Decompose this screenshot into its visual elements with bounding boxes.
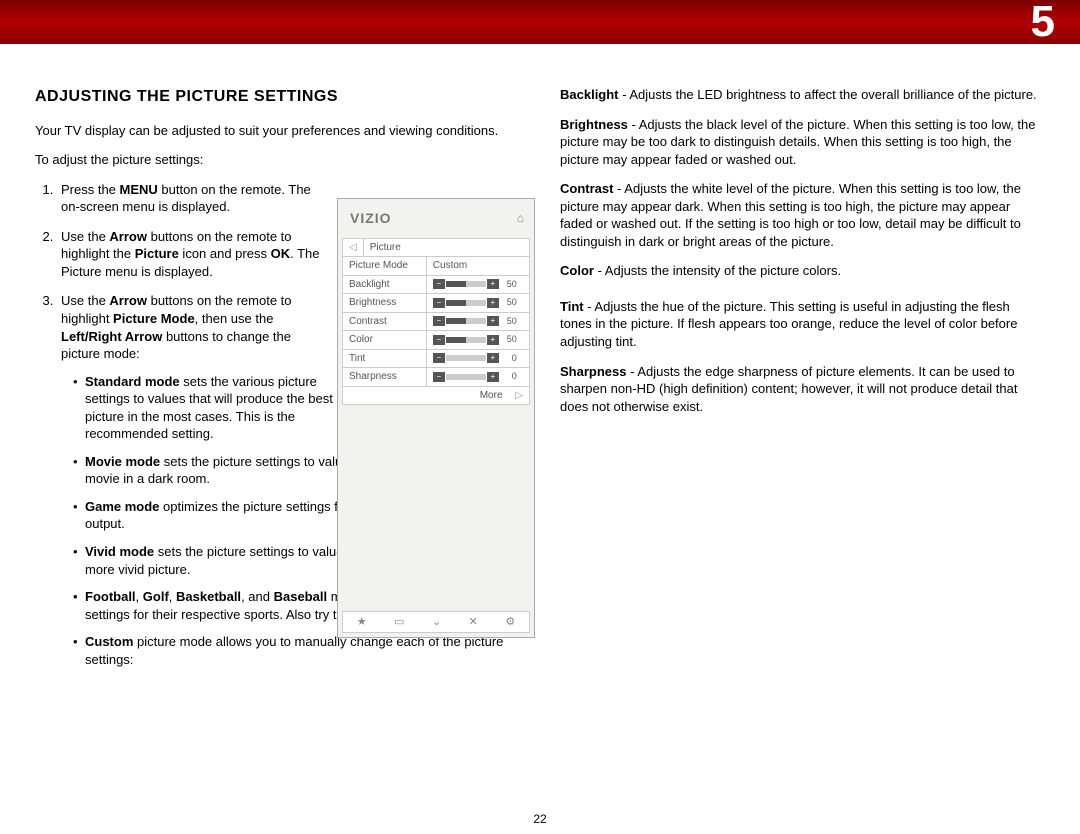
def-sharpness: Sharpness - Adjusts the edge sharpness o… (560, 363, 1045, 416)
osd-row-label: Brightness (343, 294, 427, 313)
plus-icon: + (487, 298, 499, 308)
plus-icon: + (487, 353, 499, 363)
osd-row-value: −+50 (426, 331, 529, 350)
chapter-banner: 5 (0, 0, 1080, 44)
def-backlight: Backlight - Adjusts the LED brightness t… (560, 86, 1045, 104)
def-tint: Tint - Adjusts the hue of the picture. T… (560, 298, 1045, 351)
osd-row: Picture ModeCustom (343, 257, 530, 276)
gear-icon: ⚙ (505, 615, 515, 630)
minus-icon: − (433, 298, 445, 308)
right-column: Backlight - Adjusts the LED brightness t… (560, 86, 1045, 680)
cc-icon: ⌄ (432, 615, 441, 630)
osd-row-value: −+50 (426, 275, 529, 294)
def-brightness: Brightness - Adjusts the black level of … (560, 116, 1045, 169)
osd-mockup: VIZIO ⌂ ◁ Picture Picture ModeCustomBack… (337, 198, 535, 638)
osd-title: Picture (363, 238, 529, 257)
osd-title-row: ◁ Picture (343, 238, 530, 257)
osd-row: Color−+50 (343, 331, 530, 350)
osd-row-label: Backlight (343, 275, 427, 294)
intro-paragraph: Your TV display can be adjusted to suit … (35, 122, 520, 140)
osd-row-label: Contrast (343, 312, 427, 331)
step-1: Press the MENU button on the remote. The… (57, 181, 322, 216)
osd-row-value: Custom (426, 257, 529, 276)
osd-menu-table: ◁ Picture Picture ModeCustomBacklight−+5… (342, 238, 530, 406)
plus-icon: + (487, 279, 499, 289)
page-number: 22 (0, 812, 1080, 826)
wide-icon: ▭ (394, 615, 404, 630)
def-contrast: Contrast - Adjusts the white level of th… (560, 180, 1045, 250)
page-body: ADJUSTING THE PICTURE SETTINGS Your TV d… (0, 44, 1080, 834)
chapter-number: 5 (1031, 0, 1055, 47)
osd-row: Sharpness−+0 (343, 368, 530, 387)
osd-row-label: Picture Mode (343, 257, 427, 276)
minus-icon: − (433, 335, 445, 345)
def-color: Color - Adjusts the intensity of the pic… (560, 262, 1045, 280)
plus-icon: + (487, 316, 499, 326)
home-icon: ⌂ (517, 210, 524, 226)
minus-icon: − (433, 279, 445, 289)
plus-icon: + (487, 335, 499, 345)
minus-icon: − (433, 316, 445, 326)
osd-row-value: −+0 (426, 368, 529, 387)
plus-icon: + (487, 372, 499, 382)
osd-footer: ★ ▭ ⌄ ✕ ⚙ (342, 611, 530, 633)
osd-row: Brightness−+50 (343, 294, 530, 313)
chevron-right-icon: ▷ (515, 390, 523, 401)
osd-logo: VIZIO (350, 209, 392, 228)
osd-row-value: −+50 (426, 294, 529, 313)
left-column: ADJUSTING THE PICTURE SETTINGS Your TV d… (35, 86, 520, 680)
lead-sentence: To adjust the picture settings: (35, 151, 520, 169)
mode-standard: Standard mode sets the various picture s… (73, 373, 338, 443)
step-2: Use the Arrow buttons on the remote to h… (57, 228, 322, 281)
minus-icon: − (433, 353, 445, 363)
back-icon: ◁ (343, 238, 364, 257)
osd-row-label: Sharpness (343, 368, 427, 387)
section-heading: ADJUSTING THE PICTURE SETTINGS (35, 86, 520, 108)
star-icon: ★ (357, 615, 367, 630)
mode-custom: Custom picture mode allows you to manual… (73, 633, 520, 668)
osd-row: Backlight−+50 (343, 275, 530, 294)
minus-icon: − (433, 372, 445, 382)
osd-row-value: −+0 (426, 349, 529, 368)
osd-more-label: More (480, 390, 503, 401)
osd-row-label: Tint (343, 349, 427, 368)
osd-row-label: Color (343, 331, 427, 350)
osd-row: Contrast−+50 (343, 312, 530, 331)
osd-row-value: −+50 (426, 312, 529, 331)
osd-more-row: More ▷ (343, 386, 530, 405)
osd-row: Tint−+0 (343, 349, 530, 368)
close-icon: ✕ (469, 615, 478, 630)
